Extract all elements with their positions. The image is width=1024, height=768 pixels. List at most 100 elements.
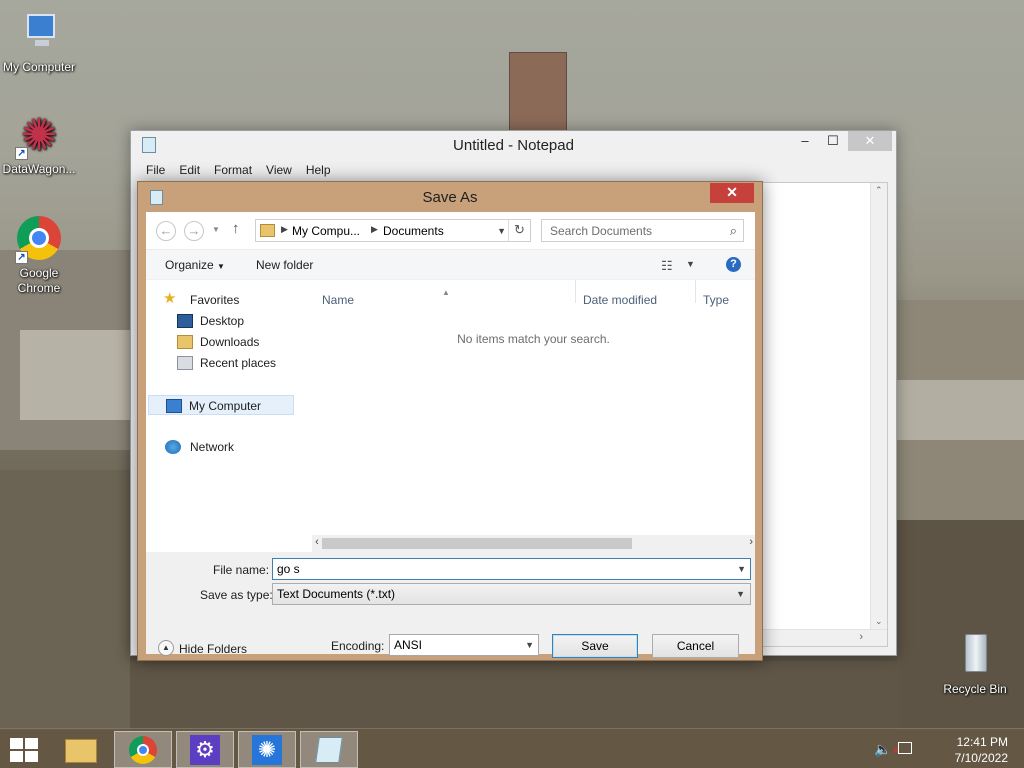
taskbar-settings[interactable]: ⚙ — [176, 731, 234, 768]
nav-item-recent-places[interactable]: Recent places — [170, 353, 316, 373]
view-options-icon[interactable]: ☷ — [661, 258, 673, 274]
breadcrumb-my-computer[interactable]: My Compu... — [292, 224, 360, 238]
save-form: File name: go s ▼ Save as type: Text Doc… — [146, 552, 755, 658]
downloads-folder-icon — [177, 335, 193, 349]
menu-help[interactable]: Help — [299, 160, 338, 180]
desktop-icon-label: My Computer — [2, 60, 76, 74]
shortcut-arrow-icon: ↗ — [15, 251, 28, 264]
minimize-button[interactable]: ‒ — [790, 131, 820, 151]
save-button[interactable]: Save — [552, 634, 638, 658]
empty-message: No items match your search. — [457, 332, 610, 346]
menu-view[interactable]: View — [259, 160, 299, 180]
organize-label: Organize — [165, 258, 214, 272]
maximize-button[interactable]: ☐ — [818, 131, 848, 151]
folder-icon — [260, 224, 275, 237]
dialog-close-button[interactable]: ✕ — [710, 183, 754, 203]
close-button[interactable]: ✕ — [848, 131, 892, 151]
encoding-value: ANSI — [394, 638, 423, 652]
menu-file[interactable]: File — [139, 160, 172, 180]
taskbar-chrome[interactable] — [114, 731, 172, 768]
file-list[interactable]: ▲ Name Date modified Type No items match… — [312, 280, 755, 552]
nav-item-network[interactable]: Network — [160, 437, 306, 457]
notepad-title-bar[interactable]: Untitled - Notepad ‒ ☐ ✕ — [131, 131, 896, 160]
scroll-right-icon: › — [859, 631, 863, 643]
column-divider — [575, 280, 576, 303]
clock-date[interactable]: 7/10/2022 — [955, 751, 1008, 765]
nav-item-label: Network — [190, 440, 235, 454]
network-icon — [165, 440, 181, 454]
file-explorer-icon — [65, 739, 97, 763]
recycle-bin-icon — [951, 632, 999, 680]
notepad-vertical-scrollbar[interactable]: ⌃ ⌄ — [870, 183, 887, 629]
desktop-icon-recycle-bin[interactable]: Recycle Bin — [937, 632, 1013, 697]
file-list-horizontal-scrollbar[interactable]: ‹ › — [312, 535, 755, 552]
recent-locations-icon[interactable]: ▼ — [212, 225, 220, 234]
new-folder-button[interactable]: New folder — [256, 258, 313, 272]
hide-folders-button[interactable]: Hide Folders — [179, 642, 247, 656]
navigation-pane: ★ Favorites Desktop Downloads Recent pla… — [146, 280, 310, 552]
dialog-body: ← → ▼ ↑ ▶ My Compu... ▶ Documents ▼ ↻ Se… — [146, 212, 755, 658]
nav-item-label: My Computer — [189, 399, 262, 413]
nav-item-label: Favorites — [190, 293, 240, 307]
encoding-select[interactable]: ANSI ▼ — [389, 634, 539, 656]
column-header-type[interactable]: Type — [703, 293, 729, 307]
nav-item-label: Downloads — [200, 335, 260, 349]
organize-button[interactable]: Organize ▼ — [165, 258, 225, 272]
refresh-button[interactable]: ↻ — [508, 220, 530, 241]
file-name-label: File name: — [213, 563, 270, 577]
volume-muted-icon[interactable]: 🔈✕ — [874, 741, 900, 758]
chevron-down-icon: ▼ — [525, 640, 534, 650]
view-dropdown-icon[interactable]: ▼ — [686, 259, 695, 269]
search-icon[interactable]: ⌕ — [730, 223, 737, 239]
scroll-right-icon[interactable]: › — [749, 536, 753, 548]
clock-time[interactable]: 12:41 PM — [957, 735, 1008, 749]
address-dropdown-icon[interactable]: ▼ — [497, 226, 506, 236]
desktop-icon-label: Recycle Bin — [943, 682, 1007, 696]
chevron-down-icon[interactable]: ▼ — [737, 564, 746, 574]
desktop-icon-label: DataWagon... — [2, 162, 76, 176]
nav-item-favorites[interactable]: ★ Favorites — [160, 290, 306, 310]
help-icon[interactable]: ? — [726, 257, 741, 272]
desktop-icon-google-chrome[interactable]: ↗ Google Chrome — [1, 216, 77, 296]
taskbar-notepad[interactable] — [300, 731, 358, 768]
column-header-name[interactable]: Name — [322, 293, 354, 307]
breadcrumb-chevron-icon: ▶ — [281, 224, 288, 234]
file-name-field[interactable]: go s ▼ — [272, 558, 751, 580]
scrollbar-thumb[interactable] — [322, 538, 632, 549]
network-tray-icon[interactable] — [898, 742, 912, 754]
nav-item-downloads[interactable]: Downloads — [170, 332, 316, 352]
taskbar-file-explorer[interactable] — [52, 731, 110, 768]
forward-button[interactable]: → — [184, 221, 204, 241]
encoding-label: Encoding: — [331, 639, 385, 653]
dialog-title: Save As — [422, 189, 478, 206]
address-bar[interactable]: ▶ My Compu... ▶ Documents ▼ ↻ — [255, 219, 531, 242]
breadcrumb-documents[interactable]: Documents — [383, 224, 444, 238]
notepad-title: Untitled - Notepad — [453, 137, 574, 154]
search-placeholder: Search Documents — [550, 224, 653, 238]
nav-item-my-computer[interactable]: My Computer — [148, 395, 294, 415]
menu-edit[interactable]: Edit — [172, 160, 207, 180]
desktop-icon-my-computer[interactable]: My Computer — [1, 10, 77, 75]
nav-item-desktop[interactable]: Desktop — [170, 311, 316, 331]
dialog-title-bar[interactable]: Save As ✕ — [138, 182, 762, 212]
hide-folders-icon[interactable]: ▲ — [158, 640, 174, 656]
scroll-left-icon[interactable]: ‹ — [312, 536, 322, 548]
desktop-icon-label: Google Chrome — [17, 266, 61, 295]
cancel-button[interactable]: Cancel — [652, 634, 739, 658]
search-input[interactable]: Search Documents ⌕ — [541, 219, 744, 242]
scroll-up-icon: ⌃ — [875, 185, 883, 195]
nav-item-label: Recent places — [200, 356, 277, 370]
save-as-dialog: Save As ✕ ← → ▼ ↑ ▶ My Compu... ▶ Docume… — [137, 181, 763, 661]
up-folder-button[interactable]: ↑ — [232, 220, 240, 237]
notepad-icon — [315, 737, 343, 763]
back-button[interactable]: ← — [156, 221, 176, 241]
column-header-date-modified[interactable]: Date modified — [583, 293, 657, 307]
column-divider — [695, 280, 696, 303]
save-type-select[interactable]: Text Documents (*.txt) ▼ — [272, 583, 751, 605]
sun-icon: ✺ — [252, 735, 282, 765]
menu-format[interactable]: Format — [207, 160, 259, 180]
taskbar-app-sun[interactable]: ✺ — [238, 731, 296, 768]
start-button[interactable] — [10, 738, 38, 762]
chrome-icon: ↗ — [15, 216, 63, 264]
desktop-icon-datawagon[interactable]: ✺ ↗ DataWagon... — [1, 112, 77, 177]
